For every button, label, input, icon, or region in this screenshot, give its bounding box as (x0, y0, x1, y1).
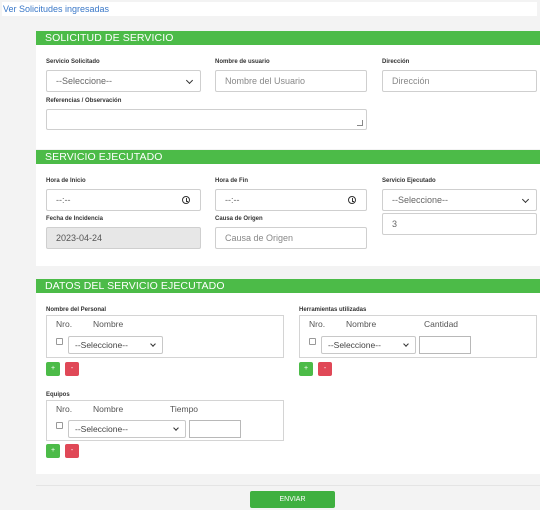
equipos-col-nombre: Nombre (93, 404, 124, 414)
servicio-ejecutado-select[interactable]: --Seleccione-- (382, 189, 537, 211)
referencias-label: Referencias / Observación (46, 98, 122, 104)
clock-icon[interactable] (182, 196, 190, 204)
direccion-label: Dirección (382, 59, 410, 65)
equipos-label: Equipos (46, 392, 70, 398)
equipos-select-value: --Seleccione-- (75, 424, 128, 434)
referencias-textarea[interactable] (46, 109, 367, 130)
chevron-down-icon (150, 341, 156, 347)
herramientas-table: Nro. Nombre Cantidad --Seleccione-- (299, 315, 537, 358)
causa-origen-label: Causa de Origen (215, 216, 263, 222)
personal-add-button[interactable]: + (46, 362, 60, 376)
herramientas-cantidad-input[interactable] (419, 336, 471, 354)
footer-divider (36, 485, 540, 486)
herramientas-col-nro: Nro. (309, 319, 326, 329)
datos-servicio-header: DATOS DEL SERVICIO EJECUTADO (36, 279, 540, 293)
equipos-table: Nro. Nombre Tiempo --Seleccione-- (46, 400, 284, 441)
equipos-tiempo-input[interactable] (189, 420, 241, 438)
herramientas-label: Herramientas utilizadas (299, 307, 367, 313)
hora-inicio-label: Hora de Inicio (46, 178, 86, 184)
herramientas-row-checkbox[interactable] (309, 338, 316, 345)
nombre-usuario-label: Nombre de usuario (215, 59, 270, 65)
personal-col-nombre: Nombre (93, 319, 124, 329)
herramientas-col-cantidad: Cantidad (424, 319, 459, 329)
chevron-down-icon (185, 76, 194, 85)
personal-row-checkbox[interactable] (56, 338, 63, 345)
chevron-down-icon (173, 425, 179, 431)
equipos-row-checkbox[interactable] (56, 422, 63, 429)
servicio-ejecutado-value: --Seleccione-- (392, 195, 449, 205)
chevron-down-icon (403, 341, 409, 347)
equipos-col-nro: Nro. (56, 404, 73, 414)
enviar-button[interactable]: ENVIAR (250, 491, 335, 508)
personal-select[interactable]: --Seleccione-- (68, 336, 163, 354)
personal-table: Nro. Nombre --Seleccione-- (46, 315, 284, 358)
equipos-col-tiempo: Tiempo (170, 404, 199, 414)
servicio-ejecutado-card: SERVICIO EJECUTADO Hora de Inicio --:-- … (36, 150, 540, 266)
servicio-solicitado-select[interactable]: --Seleccione-- (46, 70, 201, 92)
datos-servicio-card: DATOS DEL SERVICIO EJECUTADO Nombre del … (36, 279, 540, 474)
herramientas-add-button[interactable]: + (299, 362, 313, 376)
servicio-solicitado-label: Servicio Solicitado (46, 59, 100, 65)
clock-icon[interactable] (348, 196, 356, 204)
ver-solicitudes-link[interactable]: Ver Solicitudes ingresadas (2, 2, 537, 16)
hora-fin-label: Hora de Fin (215, 178, 249, 184)
hora-fin-input[interactable]: --:-- (215, 189, 367, 211)
solicitud-card: SOLICITUD DE SERVICIO Servicio Solicitad… (36, 31, 540, 149)
herramientas-remove-button[interactable]: - (318, 362, 332, 376)
servicio-ejecutado-label: Servicio Ejecutado (382, 178, 436, 184)
personal-remove-button[interactable]: - (65, 362, 79, 376)
direccion-input[interactable]: Dirección (382, 70, 537, 92)
nombre-usuario-input[interactable]: Nombre del Usuario (215, 70, 367, 92)
servicio-ejecutado-header: SERVICIO EJECUTADO (36, 150, 540, 164)
equipos-remove-button[interactable]: - (65, 444, 79, 458)
hora-fin-value: --:-- (225, 195, 240, 205)
personal-label: Nombre del Personal (46, 307, 107, 313)
herramientas-select-value: --Seleccione-- (328, 340, 381, 350)
fecha-incidencia-input: 2023-04-24 (46, 227, 201, 249)
solicitud-header: SOLICITUD DE SERVICIO (36, 31, 540, 45)
hora-inicio-value: --:-- (56, 195, 71, 205)
herramientas-col-nombre: Nombre (346, 319, 377, 329)
causa-origen-input[interactable]: Causa de Origen (215, 227, 367, 249)
personal-select-value: --Seleccione-- (75, 340, 128, 350)
hora-inicio-input[interactable]: --:-- (46, 189, 201, 211)
equipos-add-button[interactable]: + (46, 444, 60, 458)
servicio-solicitado-value: --Seleccione-- (56, 76, 113, 86)
personal-col-nro: Nro. (56, 319, 73, 329)
fecha-incidencia-label: Fecha de Incidencia (46, 216, 104, 222)
herramientas-select[interactable]: --Seleccione-- (321, 336, 416, 354)
resize-grip-icon[interactable] (357, 120, 363, 126)
chevron-down-icon (521, 195, 530, 204)
numero-input[interactable]: 3 (382, 213, 537, 235)
equipos-select[interactable]: --Seleccione-- (68, 420, 186, 438)
